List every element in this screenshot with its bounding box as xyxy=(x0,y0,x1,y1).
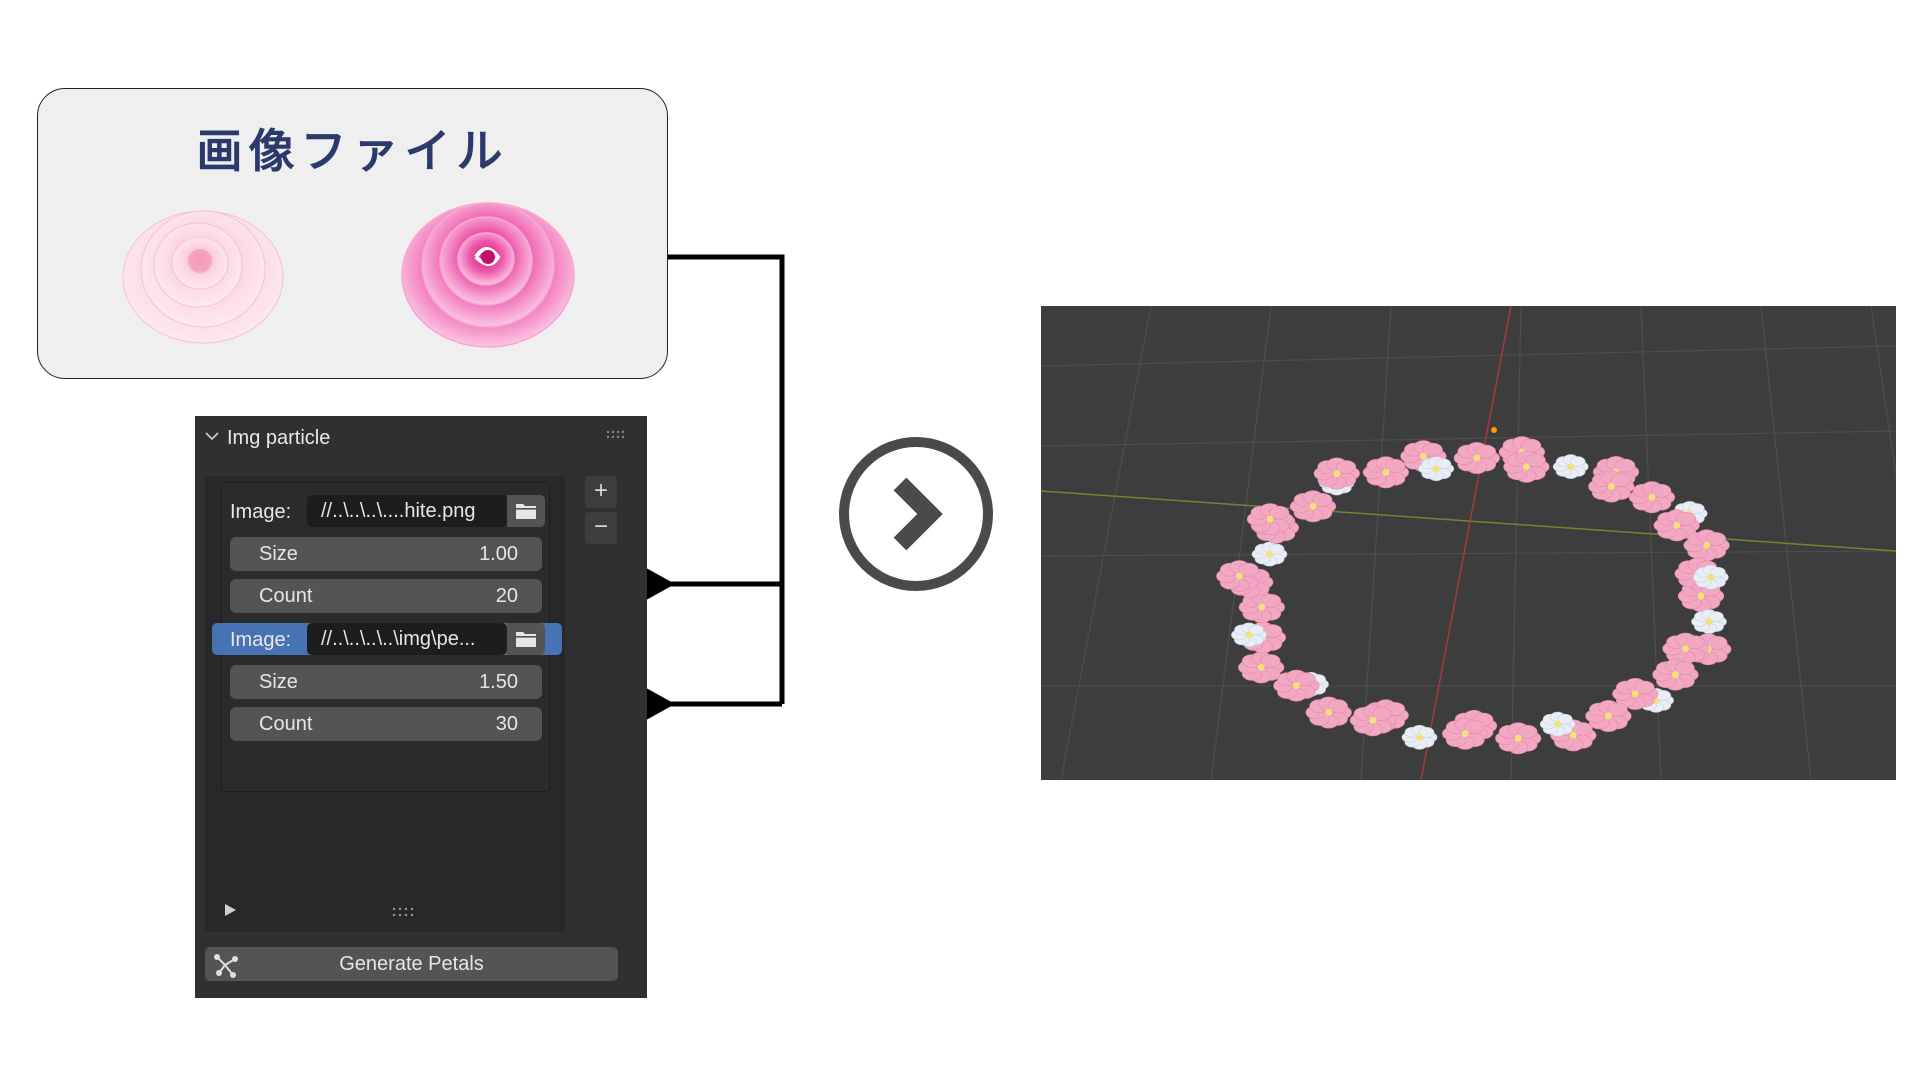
pink-flower xyxy=(1362,456,1410,489)
pink-flower xyxy=(1305,696,1352,729)
panel-title: Img particle xyxy=(227,427,331,449)
3d-viewport-render xyxy=(1041,306,1896,780)
image-path-field[interactable]: //..\..\..\..\img\pe... xyxy=(307,623,507,655)
open-file-button[interactable] xyxy=(507,623,545,655)
pink-flower xyxy=(1238,651,1285,684)
folder-icon xyxy=(516,504,536,519)
pink-flower xyxy=(1652,658,1699,691)
open-file-button[interactable] xyxy=(507,495,545,527)
next-arrow-icon xyxy=(839,437,993,591)
white-flower xyxy=(1251,541,1288,567)
pink-flower xyxy=(1503,450,1550,483)
white-flower xyxy=(1552,454,1589,479)
pink-flower xyxy=(1628,481,1676,514)
white-flower xyxy=(1231,622,1267,648)
image-label: Image: xyxy=(230,501,292,523)
size-field[interactable]: Size 1.50 xyxy=(230,665,542,699)
image-label: Image: xyxy=(230,629,292,651)
white-flower xyxy=(1401,724,1438,750)
origin-dot xyxy=(1491,427,1497,433)
pink-flower xyxy=(1246,503,1294,535)
pink-flower xyxy=(1442,717,1489,750)
pink-flower xyxy=(1662,632,1709,665)
image-list-items: Image: //..\..\..\....hite.png Size 1.00… xyxy=(212,482,562,792)
white-flower xyxy=(1539,711,1576,737)
panel-header[interactable]: Img particle xyxy=(195,416,647,456)
expand-triangle-icon[interactable] xyxy=(225,904,236,916)
count-label: Count xyxy=(259,713,313,735)
size-label: Size xyxy=(259,671,298,693)
count-value: 30 xyxy=(495,713,518,735)
white-flower xyxy=(1692,564,1729,590)
white-flower xyxy=(1418,456,1455,481)
pink-flower xyxy=(1349,704,1397,737)
image-list: Image: //..\..\..\....hite.png Size 1.00… xyxy=(205,476,565,932)
count-field[interactable]: Count 20 xyxy=(230,579,542,613)
generate-petals-label: Generate Petals xyxy=(339,953,484,975)
pink-flower xyxy=(1289,490,1337,523)
pink-flower xyxy=(1585,700,1632,732)
list-item[interactable]: Image: //..\..\..\....hite.png xyxy=(222,495,551,541)
add-item-button[interactable]: + xyxy=(585,476,617,508)
pink-flower xyxy=(1588,470,1635,503)
drag-handle-icon[interactable] xyxy=(605,428,625,442)
list-resize-handle-icon[interactable] xyxy=(391,906,415,918)
size-label: Size xyxy=(259,543,298,565)
particle-icon xyxy=(214,954,238,978)
generate-petals-button[interactable]: Generate Petals xyxy=(205,947,618,981)
count-value: 20 xyxy=(495,585,518,607)
list-item-selected[interactable]: Image: //..\..\..\..\img\pe... xyxy=(212,623,562,655)
pink-flower xyxy=(1495,722,1542,755)
white-flower xyxy=(1691,609,1727,634)
pink-flower xyxy=(1216,560,1263,593)
count-label: Count xyxy=(259,585,313,607)
size-value: 1.00 xyxy=(479,543,518,565)
count-field[interactable]: Count 30 xyxy=(230,707,542,741)
img-particle-panel: Img particle Image: //..\..\..\....hite.… xyxy=(195,416,647,998)
pink-flower xyxy=(1453,442,1500,474)
pink-flower xyxy=(1683,529,1730,562)
size-value: 1.50 xyxy=(479,671,518,693)
size-field[interactable]: Size 1.00 xyxy=(230,537,542,571)
pink-flower xyxy=(1313,457,1360,490)
image-path-field[interactable]: //..\..\..\....hite.png xyxy=(307,495,507,527)
chevron-down-icon[interactable] xyxy=(205,429,219,443)
folder-icon xyxy=(516,632,536,647)
remove-item-button[interactable]: − xyxy=(585,512,617,544)
